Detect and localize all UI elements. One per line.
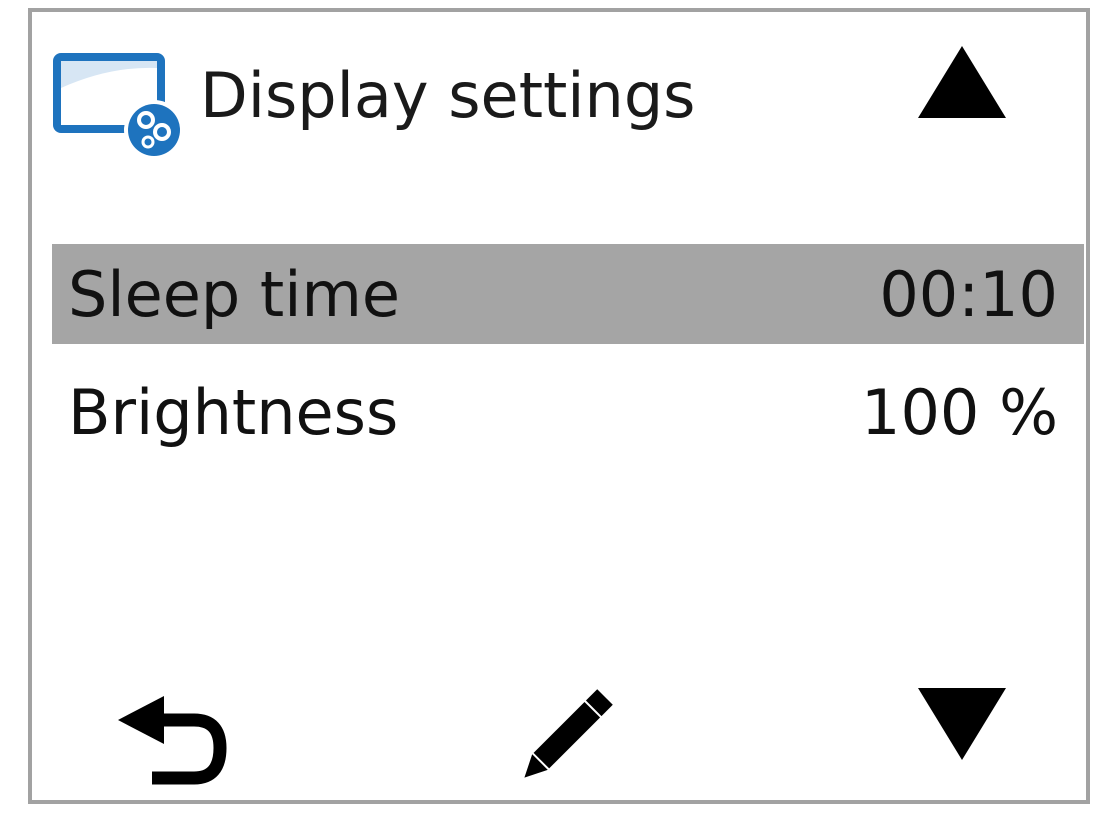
list-item-sleep-time[interactable]: Sleep time 00:10: [52, 244, 1084, 344]
display-settings-icon: [53, 53, 184, 160]
setting-value: 00:10: [879, 257, 1058, 331]
page-title: Display settings: [200, 59, 696, 132]
setting-label: Sleep time: [68, 257, 401, 331]
triangle-up-icon[interactable]: [918, 46, 1006, 118]
back-arrow-icon[interactable]: [110, 696, 230, 796]
device-screen: Display settings Sleep time 00:10 Bright…: [28, 8, 1090, 804]
setting-value: 100 %: [861, 375, 1058, 449]
triangle-down-icon[interactable]: [918, 688, 1006, 760]
pencil-icon[interactable]: [506, 676, 622, 800]
list-item-brightness[interactable]: Brightness 100 %: [52, 362, 1084, 462]
setting-label: Brightness: [68, 375, 399, 449]
